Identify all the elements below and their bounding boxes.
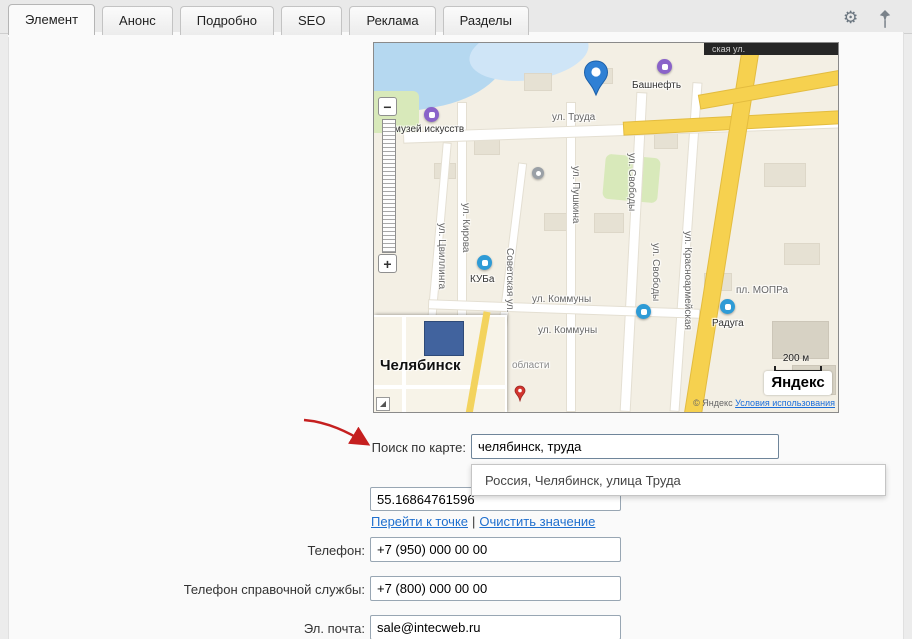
email-input[interactable] [370,615,621,639]
zoom-slider[interactable] [382,119,396,253]
street-label: ул. Свободы [626,153,636,211]
phone-label: Телефон: [200,543,365,559]
minimap-expand-icon[interactable]: ◢ [376,397,390,411]
support-phone-label: Телефон справочной службы: [138,582,365,598]
clear-value-link[interactable]: Очистить значение [479,514,595,529]
street-label: ул. Красноармейская [682,231,692,330]
map-building [764,163,806,187]
landmark-icon[interactable] [532,167,544,179]
map-road-major [699,71,839,109]
museum-icon[interactable] [424,107,439,122]
map-building [784,243,820,265]
minimap-city-label: Челябинск [380,357,461,374]
map-building [654,133,678,149]
street-label: ул. Кирова [460,203,470,252]
poi-label: Башнефть [632,81,681,91]
street-label: ул. Пушкина [570,166,580,223]
copyright-text: © Яндекс [693,398,732,408]
street-label: ул. Коммуны [538,326,597,336]
shopping-icon[interactable] [477,255,492,270]
minimap-viewport[interactable] [424,321,464,356]
street-label: ул. Свободы [650,243,660,301]
phone-input[interactable] [370,537,621,562]
street-label: ул. Труда [552,113,595,123]
shopping-icon[interactable] [720,299,735,314]
map-search-input[interactable] [471,434,779,459]
map-building [594,213,624,233]
tab-anons[interactable]: Анонс [102,6,173,35]
settings-gear-icon[interactable]: ⚙ [843,8,858,28]
tab-seo[interactable]: SEO [281,6,342,35]
minimap-road [374,385,505,389]
poi-label: КУБа [470,275,494,285]
map-scale-label: 200 м [772,353,820,364]
street-label: пл. МОПРа [736,286,788,296]
minimap[interactable]: Челябинск ◢ [374,315,507,413]
fuel-station-icon[interactable] [657,59,672,74]
street-label: ская ул. [712,44,745,54]
search-label: Поиск по карте: [300,440,466,456]
tab-reklama[interactable]: Реклама [349,6,435,35]
map-road [621,93,647,411]
shopping-icon[interactable] [636,304,651,319]
search-suggestion-item[interactable]: Россия, Челябинск, улица Труда [471,464,886,496]
street-label: ул. Коммуны [532,295,591,305]
yandex-logo[interactable]: Яндекс [764,371,832,395]
zoom-out-button[interactable]: − [378,97,397,116]
zoom-in-button[interactable]: + [378,254,397,273]
tab-razdely[interactable]: Разделы [443,6,529,35]
coordinate-links: Перейти к точке | Очистить значение [371,514,595,529]
minimap-road [465,311,491,413]
map-road [567,103,575,411]
yandex-map[interactable]: ская ул. ул. Труда ул. Пушкина ул. Свобо… [373,42,839,413]
map-building [524,73,552,91]
goto-point-link[interactable]: Перейти к точке [371,514,468,529]
street-label: области [512,361,549,371]
links-separator: | [472,514,475,529]
street-label: ул. Цвиллинга [436,223,446,289]
map-building [474,138,500,155]
support-phone-input[interactable] [370,576,621,601]
map-copyright: © Яндекс Условия использования [629,398,835,408]
terms-link[interactable]: Условия использования [735,398,835,408]
street-label: Советская ул. [504,248,514,312]
tab-element[interactable]: Элемент [8,4,95,35]
pin-icon[interactable] [876,9,894,34]
page: Элемент Анонс Подробно SEO Реклама Разде… [0,0,912,639]
poi-label: музей искусств [394,125,464,135]
poi-label: Радуга [712,319,744,329]
tabs: Элемент Анонс Подробно SEO Реклама Разде… [8,4,529,35]
map-placemark-icon[interactable] [582,59,610,106]
map-red-pin-icon[interactable] [514,385,526,408]
map-dark-building-strip: ская ул. [704,43,838,55]
email-label: Эл. почта: [200,621,365,637]
tab-podrobno[interactable]: Подробно [180,6,274,35]
